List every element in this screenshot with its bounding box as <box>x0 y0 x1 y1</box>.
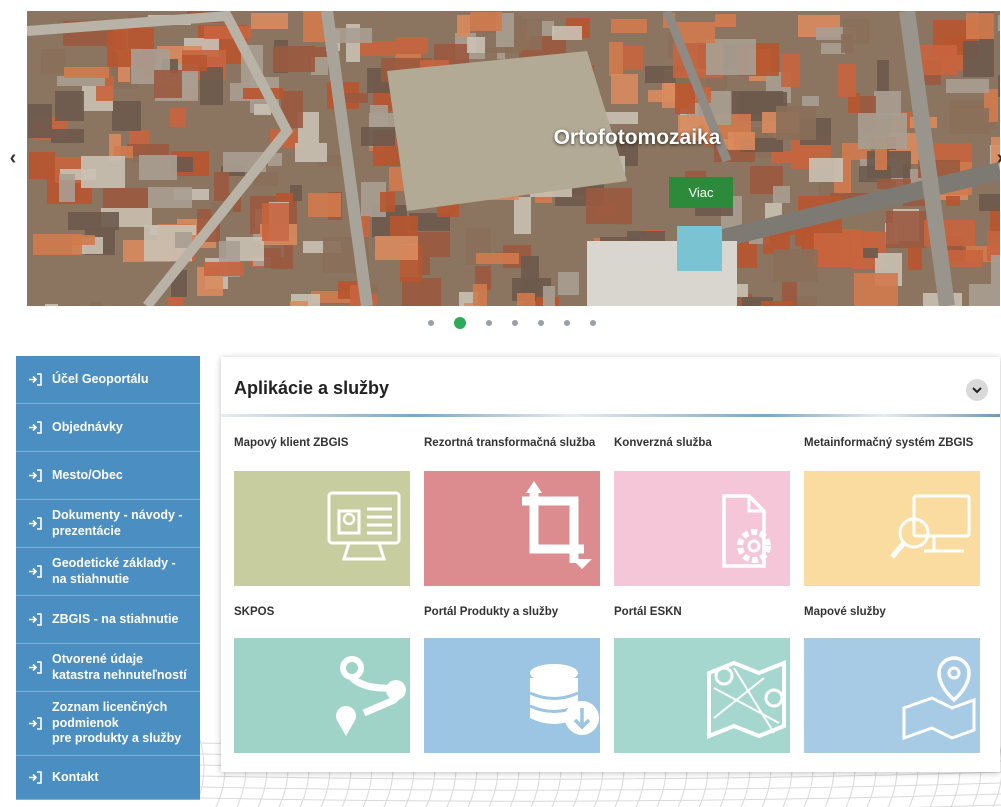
sidebar-item[interactable]: Dokumenty - návody - prezentácie <box>16 500 200 548</box>
sign-in-icon <box>28 469 46 482</box>
sidebar-item[interactable]: ZBGIS - na stiahnutie <box>16 596 200 644</box>
app-tile[interactable] <box>424 638 600 753</box>
slide-title: Ortofotomozaika <box>553 126 721 149</box>
sign-in-icon <box>28 717 46 730</box>
carousel-dot[interactable] <box>486 320 492 326</box>
app-tile[interactable] <box>804 638 980 753</box>
document-gear-icon <box>722 494 771 568</box>
sidebar-item[interactable]: Kontakt <box>16 756 200 800</box>
sidebar-item[interactable]: Mesto/Obec <box>16 452 200 500</box>
sidebar-item-label: Mesto/Obec <box>52 467 123 482</box>
chevron-down-icon <box>972 386 982 393</box>
app-tile[interactable] <box>234 471 410 586</box>
page: ‹ Ortofotomozaika Viac › Účel Geoportálu… <box>0 0 1001 807</box>
sidebar-item-label: Kontakt <box>52 769 99 784</box>
sidebar-item-label: Účel Geoportálu <box>52 371 149 386</box>
app-tile[interactable] <box>234 638 410 753</box>
collapse-button[interactable] <box>966 379 988 401</box>
tile-label[interactable]: Mapové služby <box>804 606 979 619</box>
sidebar-item[interactable]: Geodetické základy - na stiahnutie <box>16 548 200 596</box>
sign-in-icon <box>28 771 46 784</box>
database-download-icon <box>529 664 599 735</box>
tile-label[interactable]: Mapový klient ZBGIS <box>234 437 409 450</box>
sidebar-item[interactable]: Účel Geoportálu <box>16 356 200 404</box>
tile-label[interactable]: Rezortná transformačná služba <box>424 437 599 450</box>
sidebar-item-label: Otvorené údaje katastra nehnuteľností <box>52 651 187 682</box>
aerial-photo <box>27 11 1000 306</box>
tile-label[interactable]: Portál Produkty a služby <box>424 606 599 619</box>
applications-panel: Aplikácie a služby Mapový klient ZBGIS Re… <box>221 357 1000 772</box>
monitor-map-icon <box>327 491 401 561</box>
panel-divider <box>221 414 1000 417</box>
carousel-dot[interactable] <box>564 320 570 326</box>
sidebar-item[interactable]: Otvorené údaje katastra nehnuteľností <box>16 644 200 692</box>
crop-transform-icon <box>522 481 592 569</box>
app-tile[interactable] <box>804 471 980 586</box>
carousel-indicators <box>418 317 606 329</box>
sign-in-icon <box>28 373 46 386</box>
carousel-next-button[interactable]: › <box>993 147 1001 169</box>
carousel: Ortofotomozaika Viac <box>27 11 1000 306</box>
carousel-dot[interactable] <box>428 320 434 326</box>
app-tile[interactable] <box>424 471 600 586</box>
tile-label[interactable]: SKPOS <box>234 606 409 619</box>
sign-in-icon <box>28 421 46 434</box>
app-tile[interactable] <box>614 471 790 586</box>
carousel-dot[interactable] <box>454 317 466 329</box>
route-pins-icon <box>336 656 406 736</box>
sidebar-item[interactable]: Objednávky <box>16 404 200 452</box>
carousel-dot[interactable] <box>590 320 596 326</box>
tile-label[interactable]: Metainformačný systém ZBGIS <box>804 437 979 450</box>
sidebar: Účel Geoportálu Objednávky Mesto/Obec Dokum… <box>16 356 200 800</box>
sidebar-item-label: Geodetické základy - na stiahnutie <box>52 555 176 586</box>
carousel-dot[interactable] <box>538 320 544 326</box>
more-button[interactable]: Viac <box>669 177 733 208</box>
carousel-prev-button[interactable]: ‹ <box>6 147 20 169</box>
sidebar-item-label: Dokumenty - návody - prezentácie <box>52 507 183 538</box>
sign-in-icon <box>28 613 46 626</box>
sign-in-icon <box>28 565 46 578</box>
sidebar-item-label: ZBGIS - na stiahnutie <box>52 611 179 626</box>
map-pin-icon <box>707 660 786 739</box>
sidebar-item-label: Objednávky <box>52 419 123 434</box>
sign-in-icon <box>28 661 46 674</box>
tile-label[interactable]: Konverzná služba <box>614 437 789 450</box>
monitor-search-icon <box>890 494 971 559</box>
carousel-dot[interactable] <box>512 320 518 326</box>
tile-label[interactable]: Portál ESKN <box>614 606 789 619</box>
sidebar-item-label: Zoznam licenčných podmienok pre produkty… <box>52 700 182 746</box>
map-location-icon <box>902 656 976 741</box>
sign-in-icon <box>28 517 46 530</box>
panel-title: Aplikácie a služby <box>234 378 390 398</box>
sidebar-item[interactable]: Zoznam licenčných podmienok pre produkty… <box>16 692 200 756</box>
app-tile[interactable] <box>614 638 790 753</box>
